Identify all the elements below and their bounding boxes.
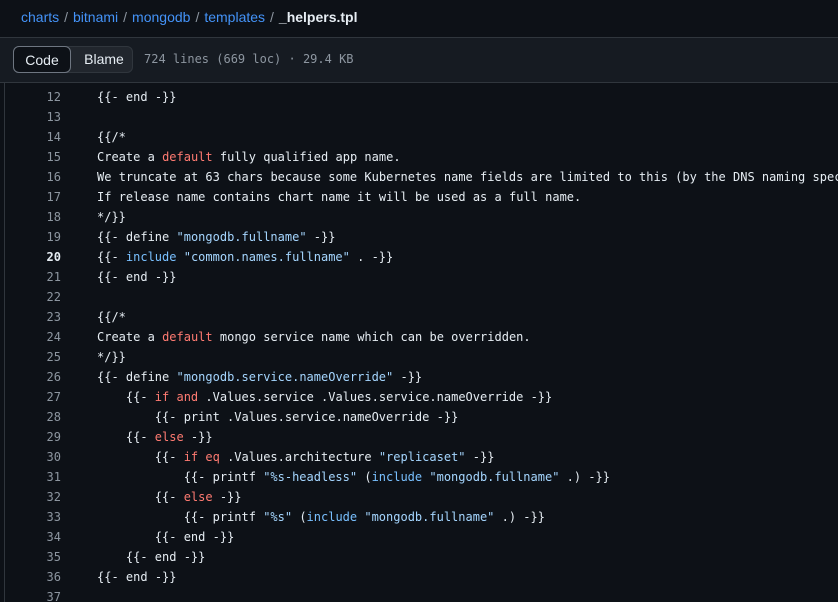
breadcrumb-separator: /: [195, 9, 200, 25]
line-text: {{- end -}}: [97, 270, 177, 284]
code-line: 35 {{- end -}}: [0, 547, 838, 567]
line-text: {{/*: [97, 310, 126, 324]
line-number[interactable]: 25: [0, 347, 61, 367]
code-line: 36 {{- end -}}: [0, 567, 838, 587]
code-line: 37: [0, 587, 838, 602]
line-number[interactable]: 19: [0, 227, 61, 247]
code-line: 29 {{- else -}}: [0, 427, 838, 447]
line-text: */}}: [97, 350, 126, 364]
line-text: {{- end -}}: [97, 550, 206, 564]
code-line: 17 If release name contains chart name it…: [0, 187, 838, 207]
line-text: {{- end -}}: [97, 90, 177, 104]
line-number[interactable]: 27: [0, 387, 61, 407]
code-line: 30 {{- if eq .Values.architecture "repli…: [0, 447, 838, 467]
line-number[interactable]: 20: [0, 247, 61, 267]
code-line: 25 */}}: [0, 347, 838, 367]
breadcrumb-separator: /: [64, 9, 69, 25]
code-view-button[interactable]: Code: [13, 46, 71, 73]
code-line: 34 {{- end -}}: [0, 527, 838, 547]
line-text: */}}: [97, 210, 126, 224]
line-number[interactable]: 15: [0, 147, 61, 167]
breadcrumb-link-mongodb[interactable]: mongodb: [132, 9, 190, 25]
line-number[interactable]: 23: [0, 307, 61, 327]
code-line: 24 Create a default mongo service name wh…: [0, 327, 838, 347]
code-line: 26 {{- define "mongodb.service.nameOverri…: [0, 367, 838, 387]
line-number[interactable]: 35: [0, 547, 61, 567]
line-text: {{- if eq .Values.architecture "replicas…: [97, 450, 495, 464]
line-text: {{/*: [97, 130, 126, 144]
line-text: {{- define "mongodb.fullname" -}}: [97, 230, 336, 244]
code-line: 23 {{/*: [0, 307, 838, 327]
code-viewer[interactable]: 12 {{- end -}} 13 14 {{/* 15 Create a default …: [0, 83, 838, 602]
code-line: 32 {{- else -}}: [0, 487, 838, 507]
line-number[interactable]: 30: [0, 447, 61, 467]
line-text: We truncate at 63 chars because some Kub…: [97, 170, 838, 184]
code-line: 15 Create a default fully qualified app n…: [0, 147, 838, 167]
file-toolbar: Code Blame 724 lines (669 loc) · 29.4 KB: [0, 38, 838, 83]
code-line: 33 {{- printf "%s" (include "mongodb.ful…: [0, 507, 838, 527]
line-number[interactable]: 29: [0, 427, 61, 447]
line-number[interactable]: 33: [0, 507, 61, 527]
code-line: 22: [0, 287, 838, 307]
code-line: 31 {{- printf "%s-headless" (include "mo…: [0, 467, 838, 487]
line-number[interactable]: 18: [0, 207, 61, 227]
breadcrumb-link-templates[interactable]: templates: [204, 9, 265, 25]
code-line: 20 {{- include "common.names.fullname" . …: [0, 247, 838, 267]
code-line: 16 We truncate at 63 chars because some K…: [0, 167, 838, 187]
view-mode-toggle: Code Blame: [13, 46, 133, 73]
code-line: 13: [0, 107, 838, 127]
breadcrumb-current-file: _helpers.tpl: [278, 9, 358, 25]
line-text: Create a default mongo service name whic…: [97, 330, 531, 344]
file-info: 724 lines (669 loc) · 29.4 KB: [144, 52, 354, 66]
code-line: 12 {{- end -}}: [0, 87, 838, 107]
line-text: {{- print .Values.service.nameOverride -…: [97, 410, 459, 424]
code-line: 19 {{- define "mongodb.fullname" -}}: [0, 227, 838, 247]
line-text: {{- printf "%s-headless" (include "mongo…: [97, 470, 610, 484]
line-text: {{- else -}}: [97, 430, 213, 444]
line-number[interactable]: 12: [0, 87, 61, 107]
code-line: 14 {{/*: [0, 127, 838, 147]
code-lines: 12 {{- end -}} 13 14 {{/* 15 Create a default …: [0, 87, 838, 602]
line-text: {{- printf "%s" (include "mongodb.fullna…: [97, 510, 545, 524]
code-line: 18 */}}: [0, 207, 838, 227]
breadcrumb-link-bitnami[interactable]: bitnami: [73, 9, 118, 25]
line-text: {{- define "mongodb.service.nameOverride…: [97, 370, 423, 384]
breadcrumb: charts / bitnami / mongodb / templates / _helper…: [21, 7, 358, 27]
line-number[interactable]: 14: [0, 127, 61, 147]
line-number[interactable]: 36: [0, 567, 61, 587]
line-number[interactable]: 28: [0, 407, 61, 427]
line-number[interactable]: 21: [0, 267, 61, 287]
line-number[interactable]: 32: [0, 487, 61, 507]
line-text: If release name contains chart name it w…: [97, 190, 582, 204]
breadcrumb-separator: /: [123, 9, 128, 25]
line-number[interactable]: 22: [0, 287, 61, 307]
breadcrumb-link-charts[interactable]: charts: [21, 9, 59, 25]
line-number[interactable]: 37: [0, 587, 61, 602]
line-text: Create a default fully qualified app nam…: [97, 150, 401, 164]
line-text: {{- end -}}: [97, 570, 177, 584]
line-text: {{- else -}}: [97, 490, 242, 504]
line-number[interactable]: 13: [0, 107, 61, 127]
blame-view-button[interactable]: Blame: [74, 46, 134, 73]
line-text: {{- include "common.names.fullname" . -}…: [97, 250, 394, 264]
code-line: 27 {{- if and .Values.service .Values.se…: [0, 387, 838, 407]
line-number[interactable]: 17: [0, 187, 61, 207]
line-number[interactable]: 16: [0, 167, 61, 187]
line-number[interactable]: 34: [0, 527, 61, 547]
line-number[interactable]: 31: [0, 467, 61, 487]
line-text: {{- if and .Values.service .Values.servi…: [97, 390, 553, 404]
code-line: 21 {{- end -}}: [0, 267, 838, 287]
line-text: {{- end -}}: [97, 530, 235, 544]
line-number[interactable]: 26: [0, 367, 61, 387]
line-number[interactable]: 24: [0, 327, 61, 347]
breadcrumb-separator: /: [270, 9, 274, 25]
code-line: 28 {{- print .Values.service.nameOverrid…: [0, 407, 838, 427]
